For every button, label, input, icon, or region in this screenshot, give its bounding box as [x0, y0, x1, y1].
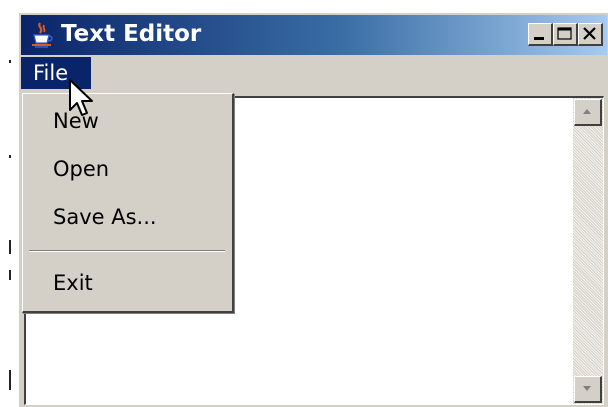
window-title: Text Editor — [61, 21, 202, 47]
menu-separator — [29, 250, 225, 252]
menu-bar: File — [21, 57, 607, 91]
close-button[interactable] — [578, 23, 603, 46]
desktop-artifact — [9, 155, 11, 158]
title-bar[interactable]: Text Editor — [21, 15, 607, 55]
desktop-artifact — [9, 370, 11, 390]
minimize-button[interactable] — [528, 23, 553, 46]
close-icon — [583, 27, 596, 40]
arrow-up-icon — [583, 109, 591, 114]
minimize-icon — [534, 37, 544, 40]
desktop-artifact — [9, 270, 11, 280]
menu-item-new[interactable]: New — [23, 101, 232, 141]
desktop-artifact — [9, 60, 11, 63]
menu-item-save-as[interactable]: Save As... — [23, 197, 232, 237]
maximize-button[interactable] — [553, 23, 578, 46]
scroll-up-button[interactable] — [574, 99, 602, 126]
menu-item-exit[interactable]: Exit — [23, 263, 232, 303]
scroll-down-button[interactable] — [574, 376, 602, 403]
arrow-down-icon — [583, 386, 591, 391]
desktop-artifact — [9, 240, 11, 254]
file-menu-dropdown: New Open Save As... Exit — [22, 93, 234, 313]
menu-item-open[interactable]: Open — [23, 149, 232, 189]
desktop-background — [0, 0, 18, 407]
java-cup-icon — [32, 22, 53, 48]
vertical-scrollbar[interactable] — [573, 98, 603, 404]
mouse-pointer-icon — [69, 79, 93, 116]
maximize-icon — [557, 27, 572, 40]
